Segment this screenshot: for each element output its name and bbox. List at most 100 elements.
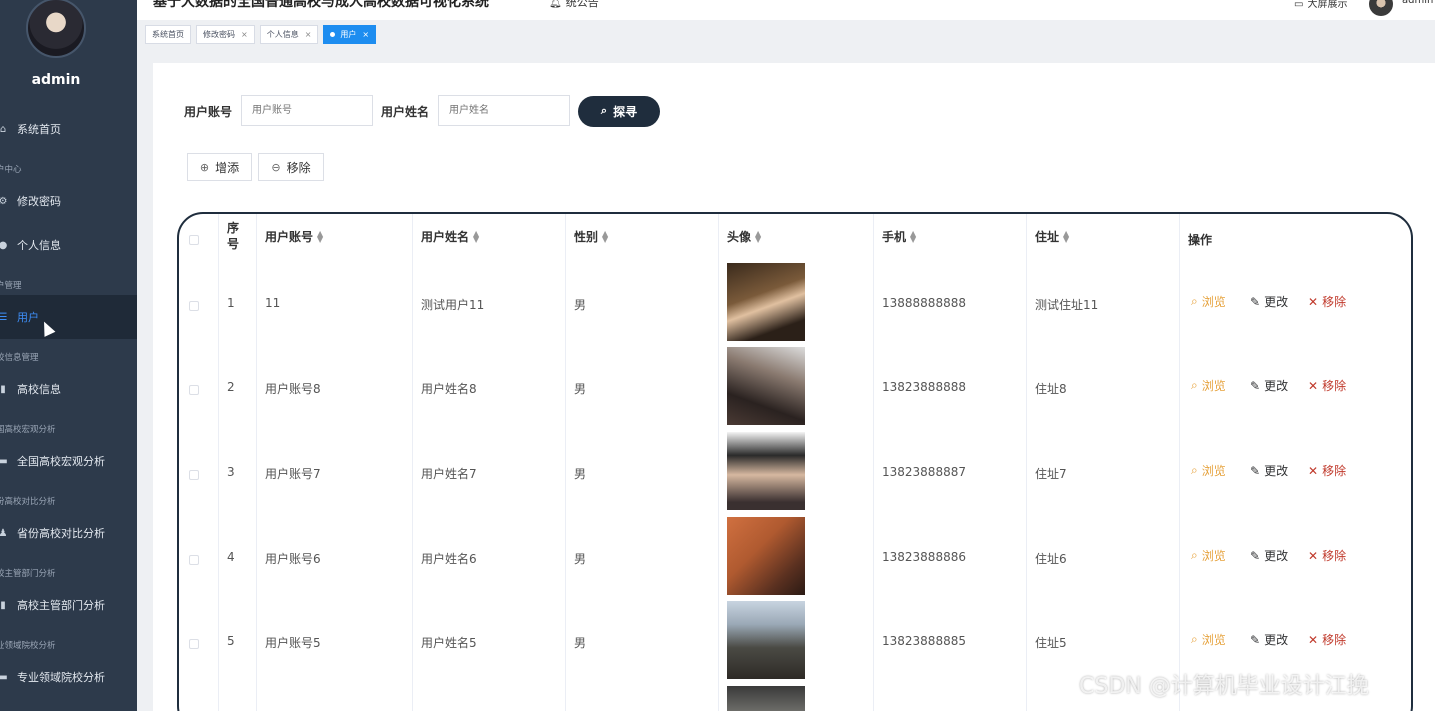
search-button[interactable]: ⌕ 探寻 <box>578 96 660 127</box>
menu-group-user-center: 户中心 <box>0 165 22 175</box>
avatar-photo[interactable] <box>727 263 805 341</box>
row-name: 测试用户11 <box>421 298 485 312</box>
close-icon[interactable]: × <box>305 30 312 39</box>
op-label: 更改 <box>1264 549 1289 563</box>
sidebar-item-label: 系统首页 <box>17 123 61 136</box>
row-no: 2 <box>227 380 235 394</box>
avatar-photo[interactable] <box>727 347 805 425</box>
sidebar-item-label: 专业领域院校分析 <box>17 671 105 684</box>
sidebar-item-national-analysis[interactable]: ▬ 全国高校宏观分析 <box>0 446 137 476</box>
tab-users[interactable]: 用户 × <box>323 25 377 44</box>
sort-icon[interactable]: ▲ ▼ <box>602 229 608 243</box>
tab-profile[interactable]: 个人信息 × <box>259 25 319 44</box>
sort-icon[interactable]: ▲ ▼ <box>1063 229 1069 243</box>
close-icon[interactable]: × <box>362 30 369 39</box>
header-account[interactable]: 用户账号 ▲ ▼ <box>265 228 323 245</box>
sidebar-item-profile[interactable]: ● 个人信息 <box>0 230 137 260</box>
avatar[interactable] <box>26 0 86 58</box>
sort-icon[interactable]: ▲ ▼ <box>473 229 479 243</box>
sort-icon[interactable]: ▲ ▼ <box>910 229 916 243</box>
avatar-photo[interactable] <box>727 517 805 595</box>
header-label: 用户姓名 <box>421 230 470 244</box>
account-search-input[interactable] <box>241 95 373 126</box>
edit-button[interactable]: ✎ 更改 <box>1250 462 1288 479</box>
select-all-checkbox[interactable] <box>189 235 199 245</box>
name-label: 用户姓名 <box>381 105 430 119</box>
sidebar-item-province-analysis[interactable]: ♟ 省份高校对比分析 <box>0 518 137 548</box>
row-account: 11 <box>265 296 281 310</box>
edit-icon: ✎ <box>1250 548 1261 563</box>
row-phone: 13888888888 <box>882 296 966 310</box>
close-icon: ✕ <box>1308 548 1319 563</box>
notice-link[interactable]: 🔔︎ 统公告 <box>549 0 599 10</box>
row-checkbox[interactable] <box>189 639 199 649</box>
header-gender[interactable]: 性别 ▲ ▼ <box>574 228 608 245</box>
avatar-photo[interactable] <box>727 432 805 510</box>
name-search-input[interactable] <box>438 95 570 126</box>
sidebar-item-home[interactable]: ⌂ 系统首页 <box>0 114 137 144</box>
header-avatar[interactable]: 头像 ▲ ▼ <box>727 228 761 245</box>
op-label: 移除 <box>1322 379 1347 393</box>
row-checkbox[interactable] <box>189 385 199 395</box>
row-gender: 男 <box>574 467 587 481</box>
row-no: 4 <box>227 550 235 564</box>
view-button[interactable]: ⌕ 浏览 <box>1191 377 1226 394</box>
row-checkbox[interactable] <box>189 555 199 565</box>
view-button[interactable]: ⌕ 浏览 <box>1191 462 1226 479</box>
menu-group-major: 业领域院校分析 <box>0 641 56 651</box>
sidebar-item-change-password[interactable]: ⚙ 修改密码 <box>0 186 137 216</box>
sidebar-item-department-analysis[interactable]: ▮ 高校主管部门分析 <box>0 590 137 620</box>
delete-button[interactable]: ✕ 移除 <box>1308 377 1346 394</box>
bell-icon: 🔔︎ <box>549 0 562 9</box>
edit-button[interactable]: ✎ 更改 <box>1250 631 1288 648</box>
avatar[interactable] <box>1369 0 1393 16</box>
header-address[interactable]: 住址 ▲ ▼ <box>1035 228 1069 245</box>
header-label: 手机 <box>882 230 907 244</box>
sidebar-item-school-info[interactable]: ▮ 高校信息 <box>0 374 137 404</box>
sort-icon[interactable]: ▲ ▼ <box>317 229 323 243</box>
users-table: 序号 用户账号 ▲ ▼ 用户姓名 ▲ ▼ 性别 ▲ ▼ 头像 ▲ ▼ 手机 ▲ ▼ 住址 ▲ ▼ 操作 … <box>177 212 1413 711</box>
sort-icon[interactable]: ▲ ▼ <box>755 229 761 243</box>
edit-button[interactable]: ✎ 更改 <box>1250 547 1288 564</box>
edit-button[interactable]: ✎ 更改 <box>1250 377 1288 394</box>
row-account: 用户账号7 <box>265 467 321 481</box>
row-name: 用户姓名6 <box>421 552 477 566</box>
op-label: 更改 <box>1264 633 1289 647</box>
sidebar-item-users[interactable]: ☰ 用户 <box>0 295 137 339</box>
add-button[interactable]: ⊕ 增添 <box>187 153 252 181</box>
close-icon[interactable]: × <box>241 30 248 39</box>
delete-button[interactable]: ✕ 移除 <box>1308 462 1346 479</box>
view-button[interactable]: ⌕ 浏览 <box>1191 547 1226 564</box>
delete-button[interactable]: ✕ 移除 <box>1308 547 1346 564</box>
header-label: 住址 <box>1035 230 1060 244</box>
bigscreen-label: 大屏展示 <box>1307 0 1348 10</box>
search-icon: ⌕ <box>1191 294 1198 308</box>
row-gender: 男 <box>574 298 587 312</box>
watermark: CSDN @计算机毕业设计江挽 <box>1079 674 1369 699</box>
delete-button[interactable]: ✕ 移除 <box>1308 293 1346 310</box>
header-phone[interactable]: 手机 ▲ ▼ <box>882 228 916 245</box>
sidebar-item-major-analysis[interactable]: ▬ 专业领域院校分析 <box>0 662 137 692</box>
top-username[interactable]: admin <box>1402 0 1433 6</box>
lock-icon: ⚙ <box>0 195 8 207</box>
menu-group-province: 份高校对比分析 <box>0 497 56 507</box>
sidebar-item-label: 用户 <box>17 311 39 324</box>
edit-button[interactable]: ✎ 更改 <box>1250 293 1288 310</box>
menu-group-national: 国高校宏观分析 <box>0 425 56 435</box>
row-checkbox[interactable] <box>189 470 199 480</box>
avatar-photo[interactable] <box>727 601 805 679</box>
remove-button[interactable]: ⊖ 移除 <box>258 153 324 181</box>
view-button[interactable]: ⌕ 浏览 <box>1191 293 1226 310</box>
delete-button[interactable]: ✕ 移除 <box>1308 631 1346 648</box>
list-icon: ☰ <box>0 311 8 323</box>
row-account: 用户账号8 <box>265 382 321 396</box>
avatar-photo[interactable] <box>727 686 805 711</box>
tab-home[interactable]: 系统首页 <box>145 25 191 44</box>
view-button[interactable]: ⌕ 浏览 <box>1191 631 1226 648</box>
op-label: 移除 <box>1322 295 1347 309</box>
header-no: 序号 <box>227 221 240 251</box>
tab-change-password[interactable]: 修改密码 × <box>196 25 255 44</box>
row-checkbox[interactable] <box>189 301 199 311</box>
bigscreen-link[interactable]: ▭ 大屏展示 <box>1294 0 1347 10</box>
header-name[interactable]: 用户姓名 ▲ ▼ <box>421 228 479 245</box>
